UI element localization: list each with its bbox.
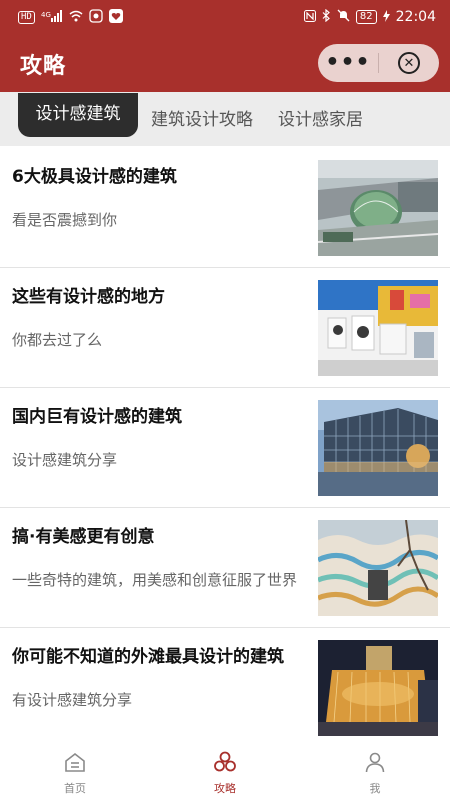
svg-text:4G: 4G	[41, 11, 51, 19]
list-item[interactable]: 国内巨有设计感的建筑 设计感建筑分享	[0, 388, 450, 508]
close-button[interactable]: ✕	[379, 52, 439, 74]
list-item[interactable]: 这些有设计感的地方 你都去过了么	[0, 268, 450, 388]
golden-building-image	[318, 640, 438, 736]
bottom-nav: 首页 攻略 我	[0, 740, 450, 800]
mute-bell-icon	[337, 9, 350, 25]
heart-app-icon	[108, 8, 123, 26]
colorful-building-image	[318, 280, 438, 376]
miniprogram-capsule: ••• ✕	[318, 44, 439, 82]
list-item[interactable]: 6大极具设计感的建筑 看是否震撼到你	[0, 148, 450, 268]
list-item[interactable]: 你可能不知道的外滩最具设计的建筑 有设计感建筑分享	[0, 628, 450, 748]
nav-home-label: 首页	[64, 782, 86, 795]
status-time: 22:04	[395, 9, 436, 25]
category-tabs: 设计感建筑 建筑设计攻略 设计感家居	[0, 92, 450, 146]
profile-icon	[365, 752, 385, 773]
article-subtitle: 有设计感建筑分享	[12, 691, 133, 709]
dome-building-image	[318, 160, 438, 256]
article-title: 搞·有美感更有创意	[12, 527, 155, 547]
nfc-icon	[303, 9, 316, 25]
article-list: 6大极具设计感的建筑 看是否震撼到你 这些有设计感的地方 你都去过了么 国内巨有…	[0, 148, 450, 748]
page-title: 攻略	[20, 54, 67, 79]
bluetooth-icon	[322, 8, 331, 25]
article-title: 6大极具设计感的建筑	[12, 167, 177, 187]
nav-profile[interactable]: 我	[300, 740, 450, 800]
guide-icon	[214, 751, 236, 772]
wifi-icon	[69, 10, 83, 25]
article-subtitle: 看是否震撼到你	[12, 211, 118, 229]
article-title: 这些有设计感的地方	[12, 287, 165, 307]
article-subtitle: 一些奇特的建筑，用美感和创意征服了世界	[12, 571, 298, 589]
article-subtitle: 设计感建筑分享	[12, 451, 118, 469]
close-icon: ✕	[398, 52, 420, 74]
more-button[interactable]: •••	[318, 44, 378, 82]
home-icon	[65, 752, 85, 772]
nav-home[interactable]: 首页	[0, 740, 150, 800]
tab-architecture-guide[interactable]: 建筑设计攻略	[151, 105, 253, 130]
list-item[interactable]: 搞·有美感更有创意 一些奇特的建筑，用美感和创意征服了世界	[0, 508, 450, 628]
glass-building-image	[318, 400, 438, 496]
article-subtitle: 你都去过了么	[12, 331, 103, 349]
app-icon	[89, 8, 103, 26]
wavy-building-image	[318, 520, 438, 616]
signal-icon: 4G	[41, 10, 63, 24]
app-header: 攻略 ••• ✕	[0, 34, 450, 92]
nav-profile-label: 我	[369, 782, 381, 795]
battery-indicator: 82	[355, 10, 377, 24]
status-bar: HD 4G 82 22:04	[0, 0, 450, 34]
hd-indicator: HD	[18, 10, 35, 24]
article-title: 国内巨有设计感的建筑	[12, 407, 182, 427]
status-right: 82 22:04	[303, 8, 436, 25]
charging-icon	[382, 9, 390, 25]
nav-guide-label: 攻略	[214, 782, 236, 795]
nav-guide[interactable]: 攻略	[150, 740, 300, 800]
article-title: 你可能不知道的外滩最具设计的建筑	[12, 647, 284, 667]
status-left: HD 4G	[18, 8, 123, 26]
tab-design-architecture[interactable]: 设计感建筑	[18, 93, 138, 137]
tab-design-home[interactable]: 设计感家居	[278, 105, 363, 130]
